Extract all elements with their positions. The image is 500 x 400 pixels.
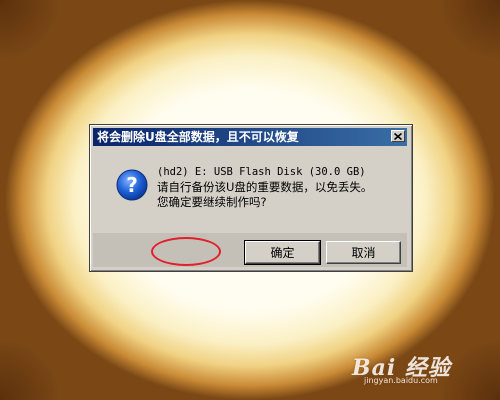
ok-button[interactable]: 确定	[244, 240, 321, 265]
watermark-url: jingyan.baidu.com	[364, 376, 438, 385]
close-icon	[394, 132, 402, 140]
continue-prompt-text: 您确定要继续制作吗?	[157, 195, 267, 209]
cancel-button[interactable]: 取消	[326, 241, 401, 264]
dialog-button-bar: 确定 取消	[93, 233, 407, 267]
dialog-titlebar[interactable]: 将会删除U盘全部数据，且不可以恢复	[93, 128, 407, 146]
svg-text:?: ?	[126, 173, 138, 197]
disk-info-text: (hd2) E: USB Flash Disk (30.0 GB)	[157, 166, 366, 178]
confirm-dialog: 将会删除U盘全部数据，且不可以恢复 ? (hd2) E: USB Flash D…	[89, 124, 413, 272]
backup-warning-text: 请自行备份该U盘的重要数据，以免丢失。	[157, 180, 373, 194]
dialog-title: 将会删除U盘全部数据，且不可以恢复	[97, 130, 299, 144]
dialog-body: ? (hd2) E: USB Flash Disk (30.0 GB) 请自行备…	[93, 149, 407, 231]
close-button[interactable]	[391, 130, 405, 142]
highlight-circle	[151, 237, 221, 266]
baidu-watermark: Bai 经验 jingyan.baidu.com	[352, 350, 492, 390]
dialog-message: (hd2) E: USB Flash Disk (30.0 GB) 请自行备份该…	[157, 165, 372, 210]
question-icon: ?	[116, 169, 148, 201]
